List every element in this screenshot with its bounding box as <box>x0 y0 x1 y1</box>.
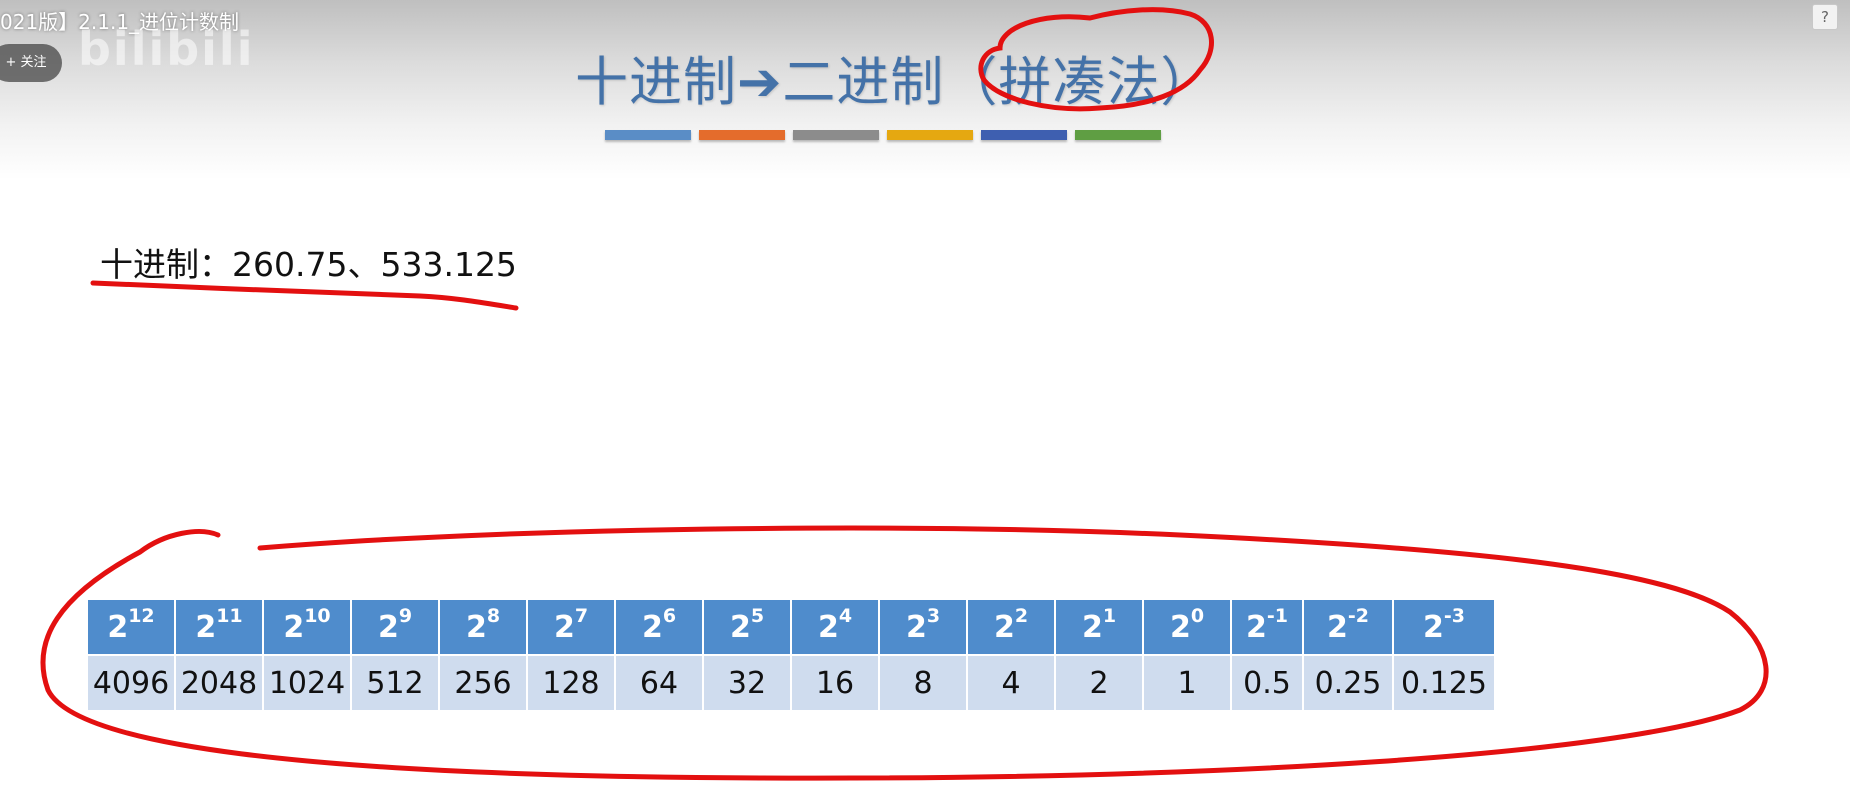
ink-circle-title <box>978 7 1214 112</box>
ink-underline <box>90 280 519 311</box>
ink-ellipse-table <box>40 525 1769 781</box>
red-ink-annotations <box>40 7 1769 781</box>
